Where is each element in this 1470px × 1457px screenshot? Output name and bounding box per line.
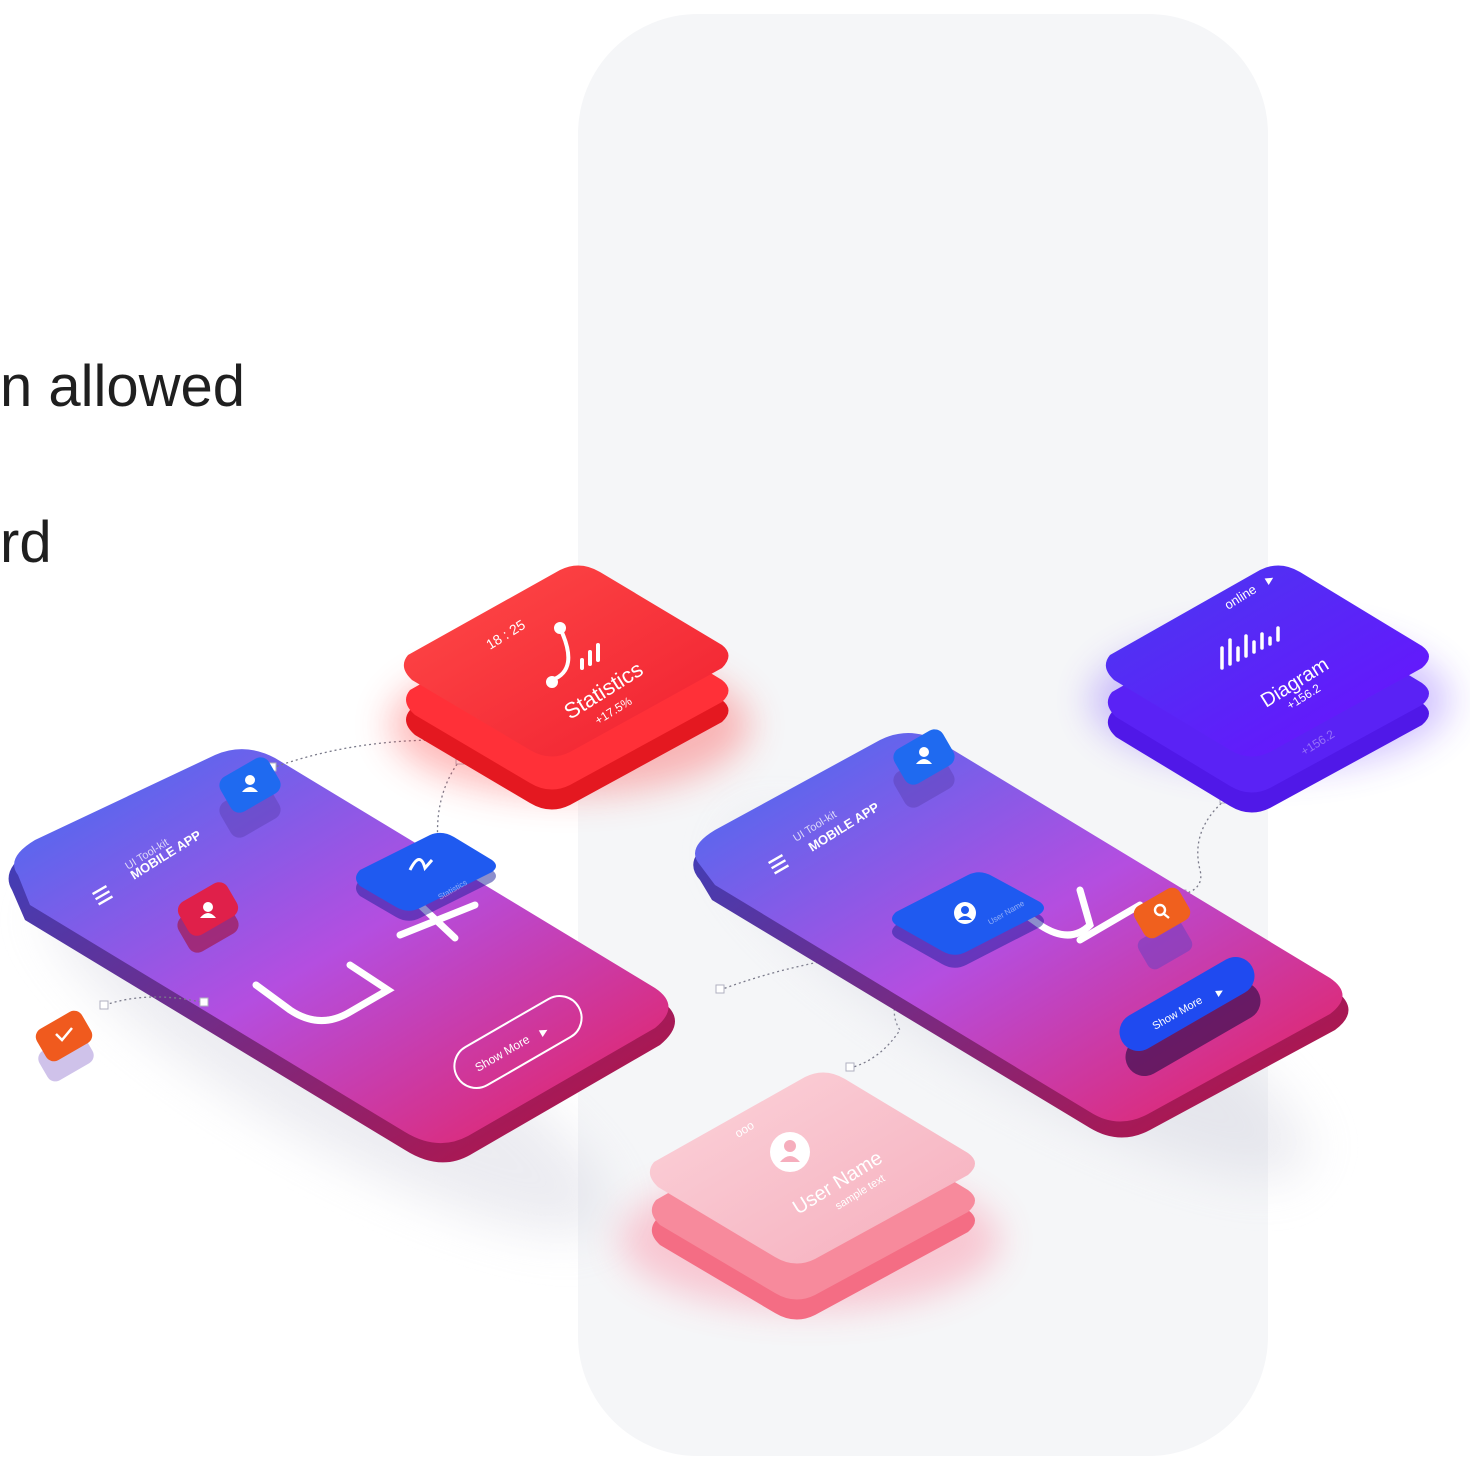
card-diagram[interactable]: online ▶ Diagram +156.2 +156.2 <box>1090 565 1450 813</box>
card-statistics[interactable]: 18 : 25 Statistics +17.5% <box>390 565 750 810</box>
user-avatar-icon <box>770 1132 810 1172</box>
card-user-name[interactable]: ooo User Name sample text <box>620 1072 1000 1320</box>
phone-left: UI Tool-kit MOBILE APP Show More ▶ <box>8 749 676 1235</box>
illustration: UI Tool-kit MOBILE APP Show More ▶ Stati… <box>8 565 1450 1320</box>
check-icon-orange[interactable] <box>32 1007 97 1084</box>
